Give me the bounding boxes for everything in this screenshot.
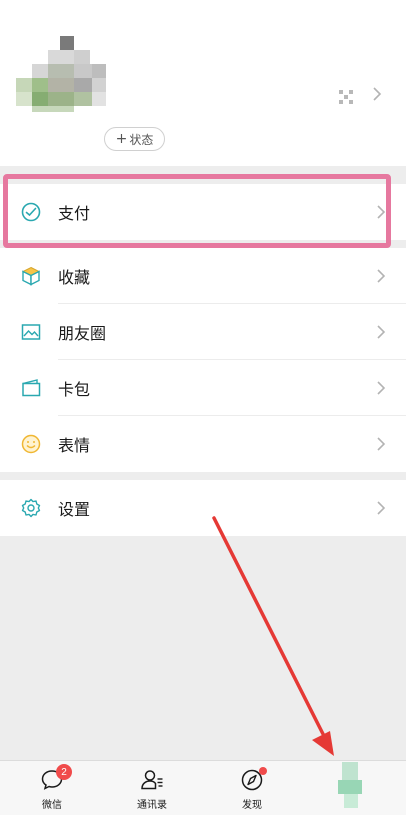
compass-icon xyxy=(239,767,267,793)
tab-me[interactable] xyxy=(338,762,362,810)
tab-chats[interactable]: 2 微信 xyxy=(22,764,82,815)
menu-item-favorites[interactable]: 收藏 xyxy=(0,248,406,304)
chevron-right-icon xyxy=(377,437,386,451)
status-button[interactable]: + 状态 xyxy=(104,127,165,151)
menu-item-cards[interactable]: 卡包 xyxy=(0,360,406,416)
tab-label-chats: 微信 xyxy=(42,800,62,811)
chevron-right-icon xyxy=(377,501,386,515)
menu-item-settings[interactable]: 设置 xyxy=(0,480,406,536)
profile-header[interactable]: + 状态 xyxy=(0,0,406,166)
cube-icon xyxy=(21,266,41,286)
menu-label-cards: 卡包 xyxy=(58,380,91,399)
chevron-right-icon xyxy=(377,325,386,339)
gear-icon xyxy=(21,498,41,518)
status-label: 状态 xyxy=(129,132,154,147)
smiley-icon xyxy=(21,434,41,454)
tab-contacts[interactable]: 通讯录 xyxy=(122,767,182,815)
menu-label-moments: 朋友圈 xyxy=(58,324,107,343)
menu-item-moments[interactable]: 朋友圈 xyxy=(0,304,406,360)
avatar[interactable] xyxy=(16,36,108,112)
menu-label-stickers: 表情 xyxy=(58,436,91,455)
tab-label-discover: 发现 xyxy=(242,800,262,811)
menu-group-pay: 支付 xyxy=(0,184,406,240)
chevron-right-icon xyxy=(377,381,386,395)
contacts-icon xyxy=(139,767,165,793)
unread-badge: 2 xyxy=(56,764,72,780)
menu-item-pay[interactable]: 支付 xyxy=(0,184,406,240)
menu-group-settings: 设置 xyxy=(0,480,406,536)
chat-bubble-icon: 2 xyxy=(39,764,72,793)
menu-group-main: 收藏 朋友圈 卡包 表情 xyxy=(0,248,406,472)
picture-icon xyxy=(21,324,41,340)
wallet-check-icon xyxy=(21,202,41,222)
plus-icon: + xyxy=(115,131,128,147)
tab-discover[interactable]: 发现 xyxy=(222,767,282,815)
new-dot xyxy=(259,767,267,775)
chevron-right-icon xyxy=(377,269,386,283)
menu-item-stickers[interactable]: 表情 xyxy=(0,416,406,472)
menu-label-favorites: 收藏 xyxy=(58,268,91,287)
chevron-right-icon xyxy=(377,205,386,219)
qr-code-icon[interactable] xyxy=(339,90,353,104)
card-wallet-icon xyxy=(22,379,41,397)
tab-label-contacts: 通讯录 xyxy=(137,800,167,811)
menu-label-pay: 支付 xyxy=(58,204,91,223)
menu-label-settings: 设置 xyxy=(58,500,91,519)
chevron-right-icon xyxy=(373,87,382,101)
